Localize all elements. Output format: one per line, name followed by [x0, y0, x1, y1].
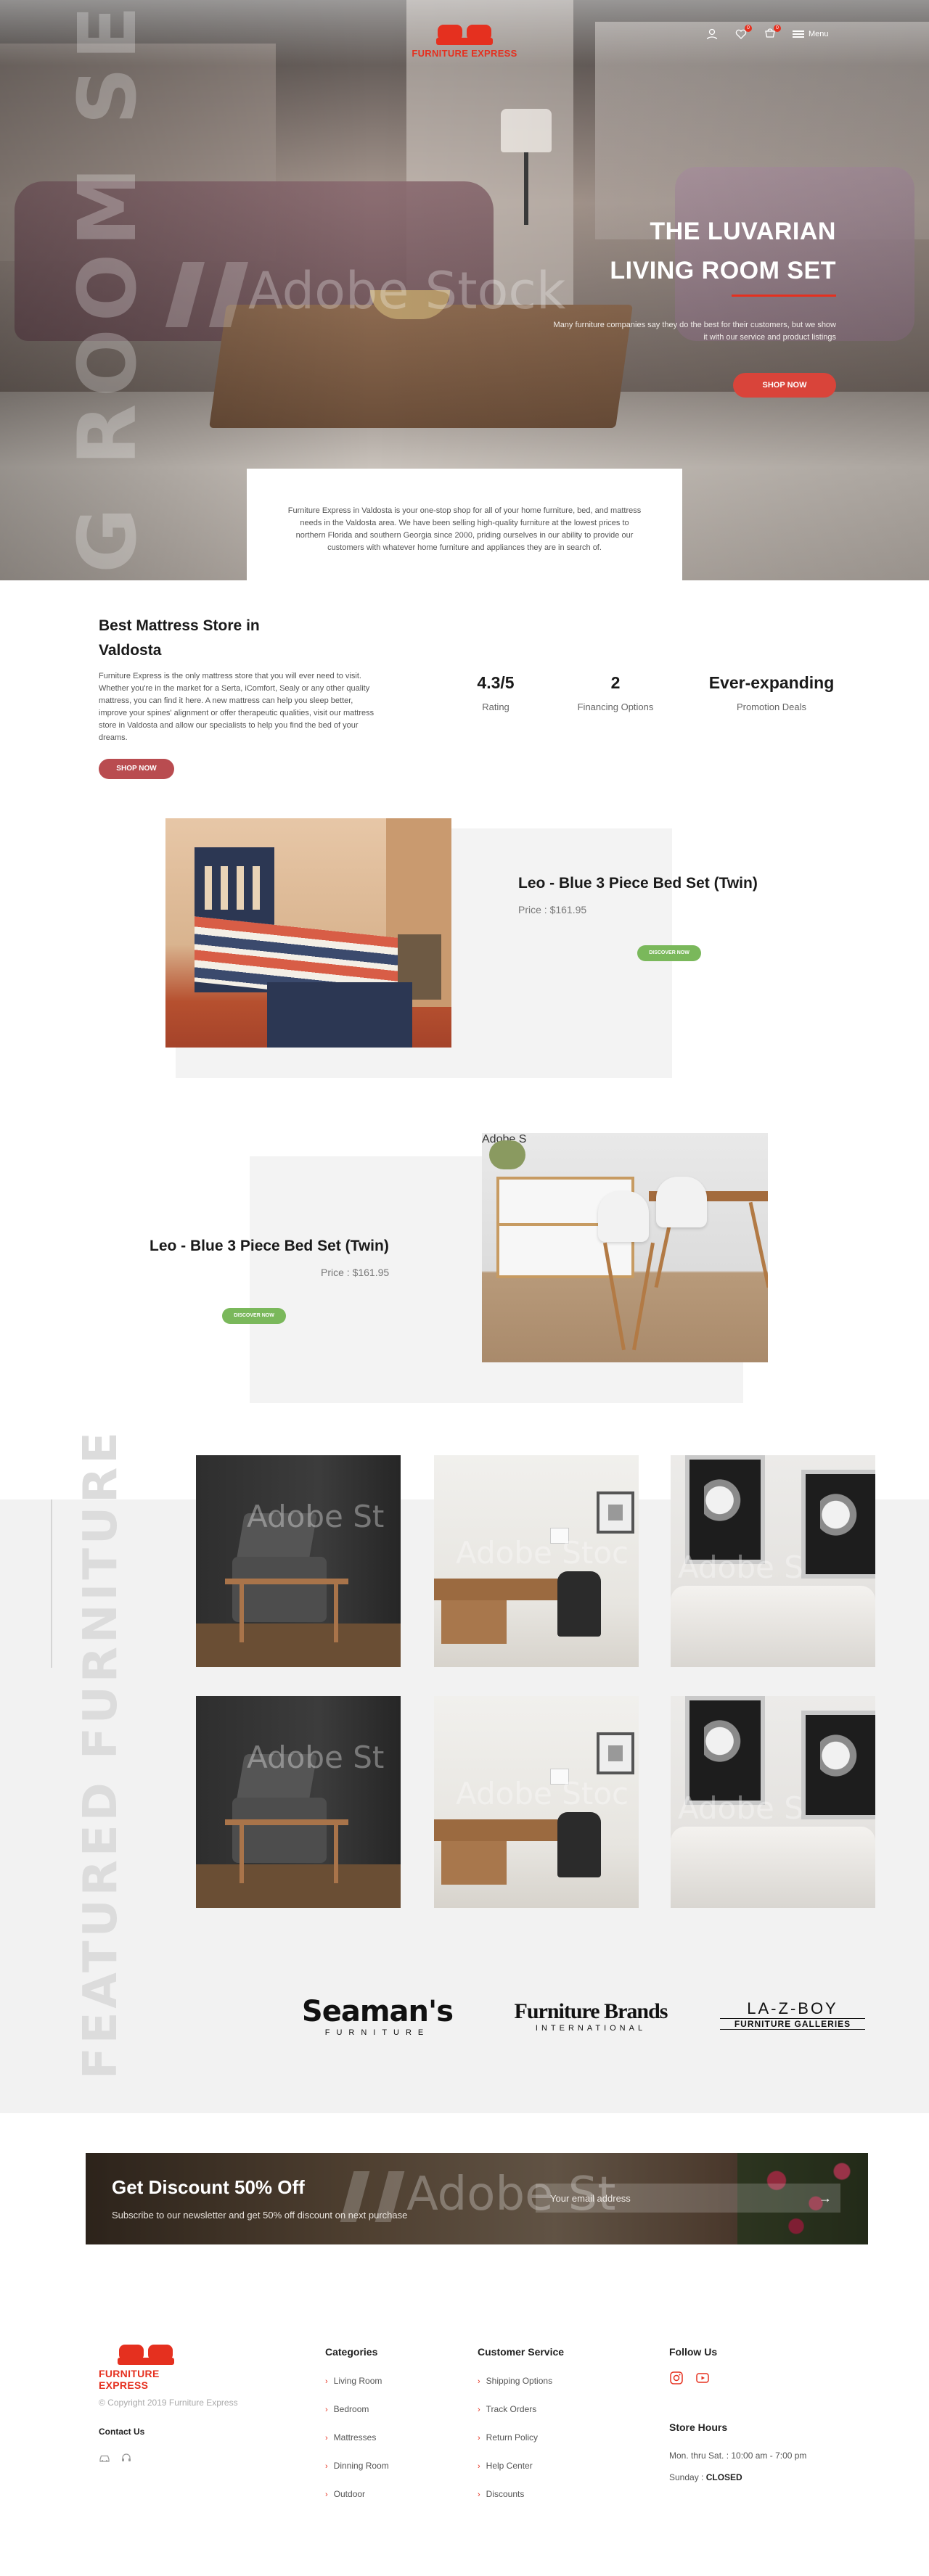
contact-title: Contact Us	[99, 2427, 145, 2437]
wishlist-count-badge: 0	[745, 25, 752, 32]
categories-list: › Living Room › Bedroom › Mattresses › Dinni…	[325, 2375, 389, 2517]
footer-link[interactable]: › Track Orders	[478, 2403, 552, 2432]
chevron-right-icon: ›	[478, 2434, 480, 2443]
brand-logo-furniture-brands[interactable]: Furniture Brands INTERNATIONAL	[505, 1999, 676, 2033]
dining-set-image[interactable]: Adobe S	[482, 1133, 768, 1362]
header-icons: 0 0 Menu	[705, 25, 829, 41]
featured-armchair-tile[interactable]: Adobe St	[196, 1455, 401, 1667]
stock-watermark: Adobe S	[482, 1133, 527, 1145]
store-hours-sunday: Sunday : CLOSED	[669, 2472, 742, 2482]
product-price: Price : $161.95	[321, 1267, 390, 1278]
newsletter-email-input[interactable]	[536, 2184, 840, 2213]
hero-shop-now-button[interactable]: SHOP NOW	[733, 373, 836, 398]
footer-link[interactable]: › Dinning Room	[325, 2460, 389, 2488]
featured-living-room-tile[interactable]: Adobe S	[671, 1455, 875, 1667]
cart-count-badge: 0	[774, 25, 781, 32]
chevron-right-icon: ›	[325, 2377, 328, 2386]
menu-label: Menu	[809, 30, 829, 38]
stock-watermark: Adobe Stock	[165, 261, 565, 327]
product-name[interactable]: Leo - Blue 3 Piece Bed Set (Twin)	[518, 875, 758, 892]
chevron-right-icon: ›	[325, 2490, 328, 2499]
user-icon[interactable]	[705, 28, 719, 41]
footer-link[interactable]: › Return Policy	[478, 2432, 552, 2460]
footer-link[interactable]: › Mattresses	[325, 2432, 389, 2460]
car-icon[interactable]	[99, 2452, 110, 2464]
cart-icon[interactable]: 0	[764, 25, 781, 41]
sofa-logo-icon	[436, 20, 493, 45]
featured-living-room-tile[interactable]: Adobe S	[671, 1696, 875, 1908]
instagram-icon[interactable]	[669, 2371, 684, 2385]
customer-service-title: Customer Service	[478, 2346, 565, 2358]
footer-logo[interactable]: FURNITURE EXPRESS	[99, 2340, 208, 2391]
about-text: Furniture Express is the only mattress s…	[99, 672, 375, 742]
stat-financing: 2 Financing Options	[577, 673, 654, 712]
chevron-right-icon: ›	[478, 2377, 480, 2386]
customer-service-list: › Shipping Options › Track Orders › Return …	[478, 2375, 552, 2517]
hamburger-icon	[793, 30, 804, 38]
footer-link[interactable]: › Outdoor	[325, 2488, 389, 2517]
chevron-right-icon: ›	[325, 2406, 328, 2414]
site-logo[interactable]: FURNITURE EXPRESS	[410, 20, 519, 59]
chevron-right-icon: ›	[325, 2462, 328, 2471]
contact-icons	[99, 2452, 132, 2464]
stat-rating: 4.3/5 Rating	[477, 673, 515, 712]
hero-vertical-text: G ROOM SET	[61, 0, 154, 573]
subscribe-arrow-icon[interactable]: →	[816, 2189, 835, 2207]
featured-divider	[51, 1499, 52, 1668]
youtube-icon[interactable]	[695, 2371, 710, 2385]
wishlist-icon[interactable]: 0	[734, 25, 752, 41]
chevron-right-icon: ›	[325, 2434, 328, 2443]
chevron-right-icon: ›	[478, 2406, 480, 2414]
featured-office-desk-tile[interactable]: Adobe Stoc	[434, 1696, 639, 1908]
newsletter-title: Get Discount 50% Off	[112, 2176, 305, 2198]
footer-link[interactable]: › Help Center	[478, 2460, 552, 2488]
copyright-text: © Copyright 2019 Furniture Express	[99, 2398, 238, 2408]
store-hours-weekday: Mon. thru Sat. : 10:00 am - 7:00 pm	[669, 2451, 807, 2461]
footer-link[interactable]: › Bedroom	[325, 2403, 389, 2432]
chevron-right-icon: ›	[478, 2490, 480, 2499]
store-hours-title: Store Hours	[669, 2421, 728, 2433]
social-links	[669, 2371, 710, 2385]
sofa-logo-icon	[118, 2340, 174, 2365]
brand-logo-lazboy[interactable]: LA-Z-BOY FURNITURE GALLERIES	[720, 1999, 865, 2030]
footer-link[interactable]: › Discounts	[478, 2488, 552, 2517]
headset-icon[interactable]	[120, 2452, 132, 2464]
featured-vertical-title: FEATURED FURNITURE	[74, 1428, 128, 2079]
menu-button[interactable]: Menu	[793, 30, 829, 38]
follow-us-title: Follow Us	[669, 2346, 718, 2358]
stat-promotions: Ever-expanding Promotion Deals	[708, 673, 835, 712]
discover-now-button[interactable]: DISCOVER NOW	[637, 945, 701, 961]
bed-set-image[interactable]	[165, 818, 451, 1048]
about-shop-now-button[interactable]: SHOP NOW	[99, 759, 174, 779]
page: Adobe Stock G ROOM SET FURNITURE EXPRESS…	[0, 0, 929, 2576]
footer-link[interactable]: › Living Room	[325, 2375, 389, 2403]
featured-armchair-tile[interactable]: Adobe St	[196, 1696, 401, 1908]
categories-title: Categories	[325, 2346, 378, 2358]
hero-divider	[732, 295, 836, 297]
newsletter-subtitle: Subscribe to our newsletter and get 50% …	[112, 2210, 408, 2221]
footer-link[interactable]: › Shipping Options	[478, 2375, 552, 2403]
discover-now-button[interactable]: DISCOVER NOW	[222, 1308, 286, 1324]
intro-text-box: Furniture Express in Valdosta is your on…	[247, 469, 682, 580]
brand-logo-seamans[interactable]: Seaman's FURNITURE	[298, 1995, 457, 2037]
chevron-right-icon: ›	[478, 2462, 480, 2471]
product-name[interactable]: Leo - Blue 3 Piece Bed Set (Twin)	[150, 1238, 389, 1255]
product-price: Price : $161.95	[518, 904, 587, 915]
hero-title: THE LUVARIAN LIVING ROOM SET	[610, 218, 836, 284]
about-title: Best Mattress Store in Valdosta	[99, 617, 260, 659]
featured-office-desk-tile[interactable]: Adobe Stoc	[434, 1455, 639, 1667]
hero-subtitle: Many furniture companies say they do the…	[553, 321, 836, 342]
